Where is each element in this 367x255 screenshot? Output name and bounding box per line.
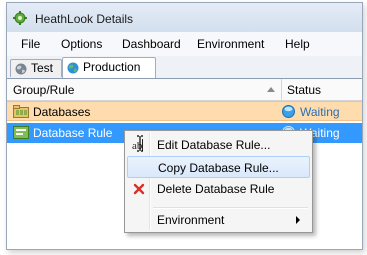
app-gear-icon [13, 11, 27, 25]
sort-ascending-icon [267, 87, 275, 92]
column-header-status[interactable]: Status [287, 83, 321, 97]
database-group-icon [13, 105, 29, 118]
menu-item-label: Copy Database Rule... [158, 161, 279, 175]
column-header-group-rule[interactable]: Group/Rule [13, 83, 74, 97]
grid-header: Group/Rule Status [7, 79, 362, 101]
submenu-arrow-icon [296, 216, 300, 224]
menu-help[interactable]: Help [285, 37, 310, 51]
tab-label: Test [31, 61, 54, 75]
menu-options[interactable]: Options [61, 37, 102, 51]
globe-icon [15, 63, 27, 75]
app-window: HeathLook Details File Options Dashboard… [6, 2, 363, 250]
menu-item-edit-database-rule[interactable]: ab Edit Database Rule... [127, 134, 310, 156]
tab-label: Production [83, 60, 141, 74]
menu-bar: File Options Dashboard Environment Help [7, 32, 362, 57]
tab-production[interactable]: Production [62, 57, 156, 78]
globe-icon [67, 62, 79, 74]
title-bar: HeathLook Details [7, 3, 362, 32]
menu-item-label: Delete Database Rule [157, 182, 275, 196]
column-divider[interactable] [281, 79, 282, 100]
text-cursor-icon [137, 135, 143, 152]
menu-dashboard[interactable]: Dashboard [122, 37, 181, 51]
menu-environment[interactable]: Environment [197, 37, 264, 51]
menu-item-environment[interactable]: Environment [127, 209, 310, 231]
menu-item-label: Edit Database Rule... [157, 138, 271, 152]
menu-item-copy-database-rule[interactable]: Copy Database Rule... [127, 156, 310, 178]
grid-row-databases[interactable]: Databases Waiting [7, 101, 362, 121]
tab-test[interactable]: Test [10, 59, 62, 77]
delete-x-icon [133, 183, 145, 195]
menu-item-delete-database-rule[interactable]: Delete Database Rule [127, 178, 310, 200]
row-status: Waiting [300, 105, 340, 119]
row-label: Databases [33, 105, 91, 119]
tab-strip: Test Production [7, 56, 362, 79]
rule-icon [13, 126, 29, 139]
context-menu: ab Edit Database Rule... Copy Database R… [124, 130, 313, 233]
menu-item-label: Environment [157, 213, 225, 227]
row-label: Database Rule [33, 126, 113, 140]
status-waiting-icon [282, 105, 295, 118]
menu-file[interactable]: File [21, 37, 40, 51]
window-title: HeathLook Details [35, 12, 134, 26]
